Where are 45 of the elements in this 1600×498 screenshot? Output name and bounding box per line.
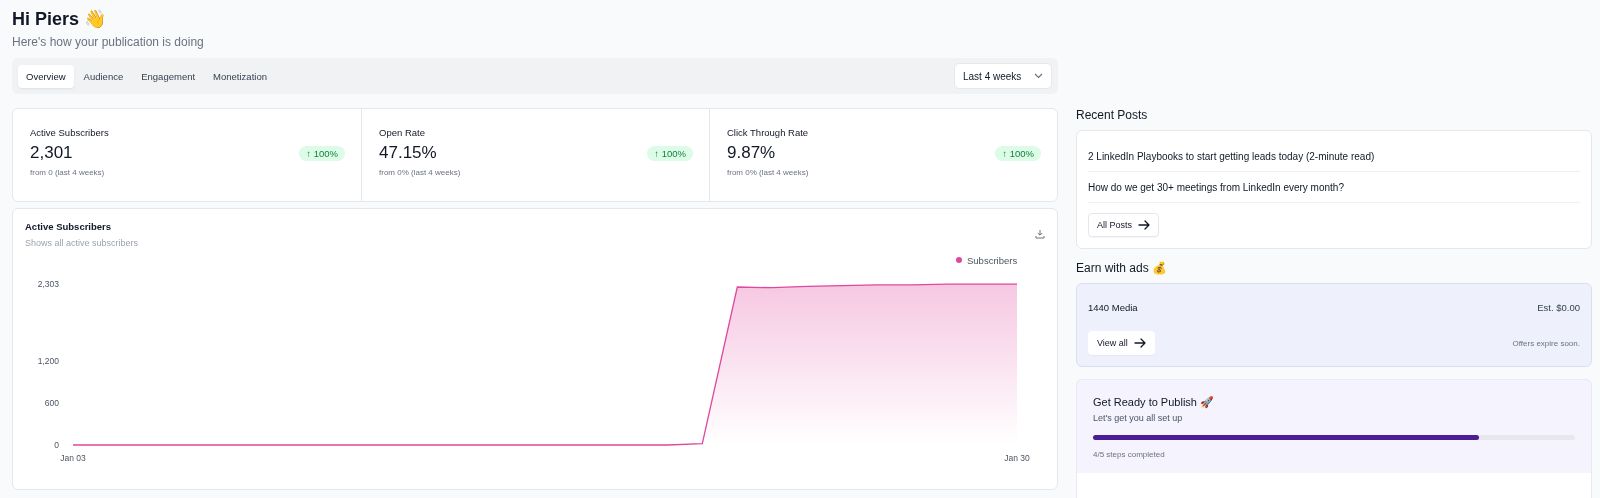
tab[interactable]: Overview [18, 64, 74, 88]
download-icon[interactable] [1035, 229, 1045, 239]
chevron-down-icon [1034, 73, 1043, 79]
ad-name: 1440 Media [1088, 302, 1139, 313]
y-tick-label: 2,303 [37, 279, 59, 289]
change-badge: ↑ 100% [647, 145, 693, 161]
stat-note: from 0 (last 4 weeks) [30, 168, 106, 177]
greeting-subtitle: Here's how your publication is doing [12, 35, 205, 49]
y-tick-label: 600 [44, 398, 59, 409]
legend-label: Subscribers [967, 254, 1018, 266]
x-tick-label: Jan 30 [1004, 453, 1030, 463]
view-all-button[interactable]: View all [1088, 331, 1155, 355]
y-tick-label: 1,200 [37, 356, 59, 367]
greeting-title: Hi Piers 👋 [12, 8, 108, 30]
stat-value: 2,301 [30, 143, 74, 163]
section-title: Recent Posts [1076, 108, 1149, 122]
stat-label: Open Rate [379, 127, 426, 138]
x-tick-label: Jan 03 [60, 453, 86, 463]
chart-subtitle: Shows all active subscribers [25, 238, 139, 248]
stat-value: 47.15% [379, 143, 438, 163]
tab[interactable]: Audience [75, 64, 132, 88]
chart-title: Active Subscribers [25, 221, 113, 232]
change-badge: ↑ 100% [995, 145, 1041, 161]
post-link[interactable]: 2 LinkedIn Playbooks to start getting leads today (2-minute read) [1088, 141, 1580, 172]
post-link[interactable]: How do we get 30+ meetings from LinkedIn every month? [1088, 172, 1580, 203]
ad-note: Offers expire soon. [1511, 338, 1580, 348]
period-dropdown[interactable]: Last 4 weeks [954, 63, 1052, 89]
tab[interactable]: Engagement [133, 64, 204, 88]
stat-note: from 0% (last 4 weeks) [727, 168, 810, 177]
publish-subtitle: Let's get you all set up [1093, 413, 1184, 423]
stat-label: Active Subscribers [30, 127, 110, 138]
y-tick-label: 0 [54, 440, 59, 450]
tab[interactable]: Monetization [205, 64, 275, 88]
progress-text: 4/5 steps completed [1093, 450, 1166, 459]
legend: Subscribers [956, 254, 1018, 266]
arrow-right-icon [1133, 338, 1146, 348]
all-posts-button[interactable]: All Posts [1088, 213, 1159, 237]
stat-value: 9.87% [727, 143, 777, 163]
change-badge: ↑ 100% [299, 145, 345, 161]
stat-label: Click Through Rate [727, 127, 810, 138]
arrow-right-icon [1138, 220, 1150, 230]
stat-note: from 0% (last 4 weeks) [379, 168, 462, 177]
publish-title: Get Ready to Publish 🚀 [1093, 396, 1215, 409]
section-title: Earn with ads 💰 [1076, 261, 1169, 275]
ad-estimate: Est. $0.00 [1536, 302, 1580, 313]
